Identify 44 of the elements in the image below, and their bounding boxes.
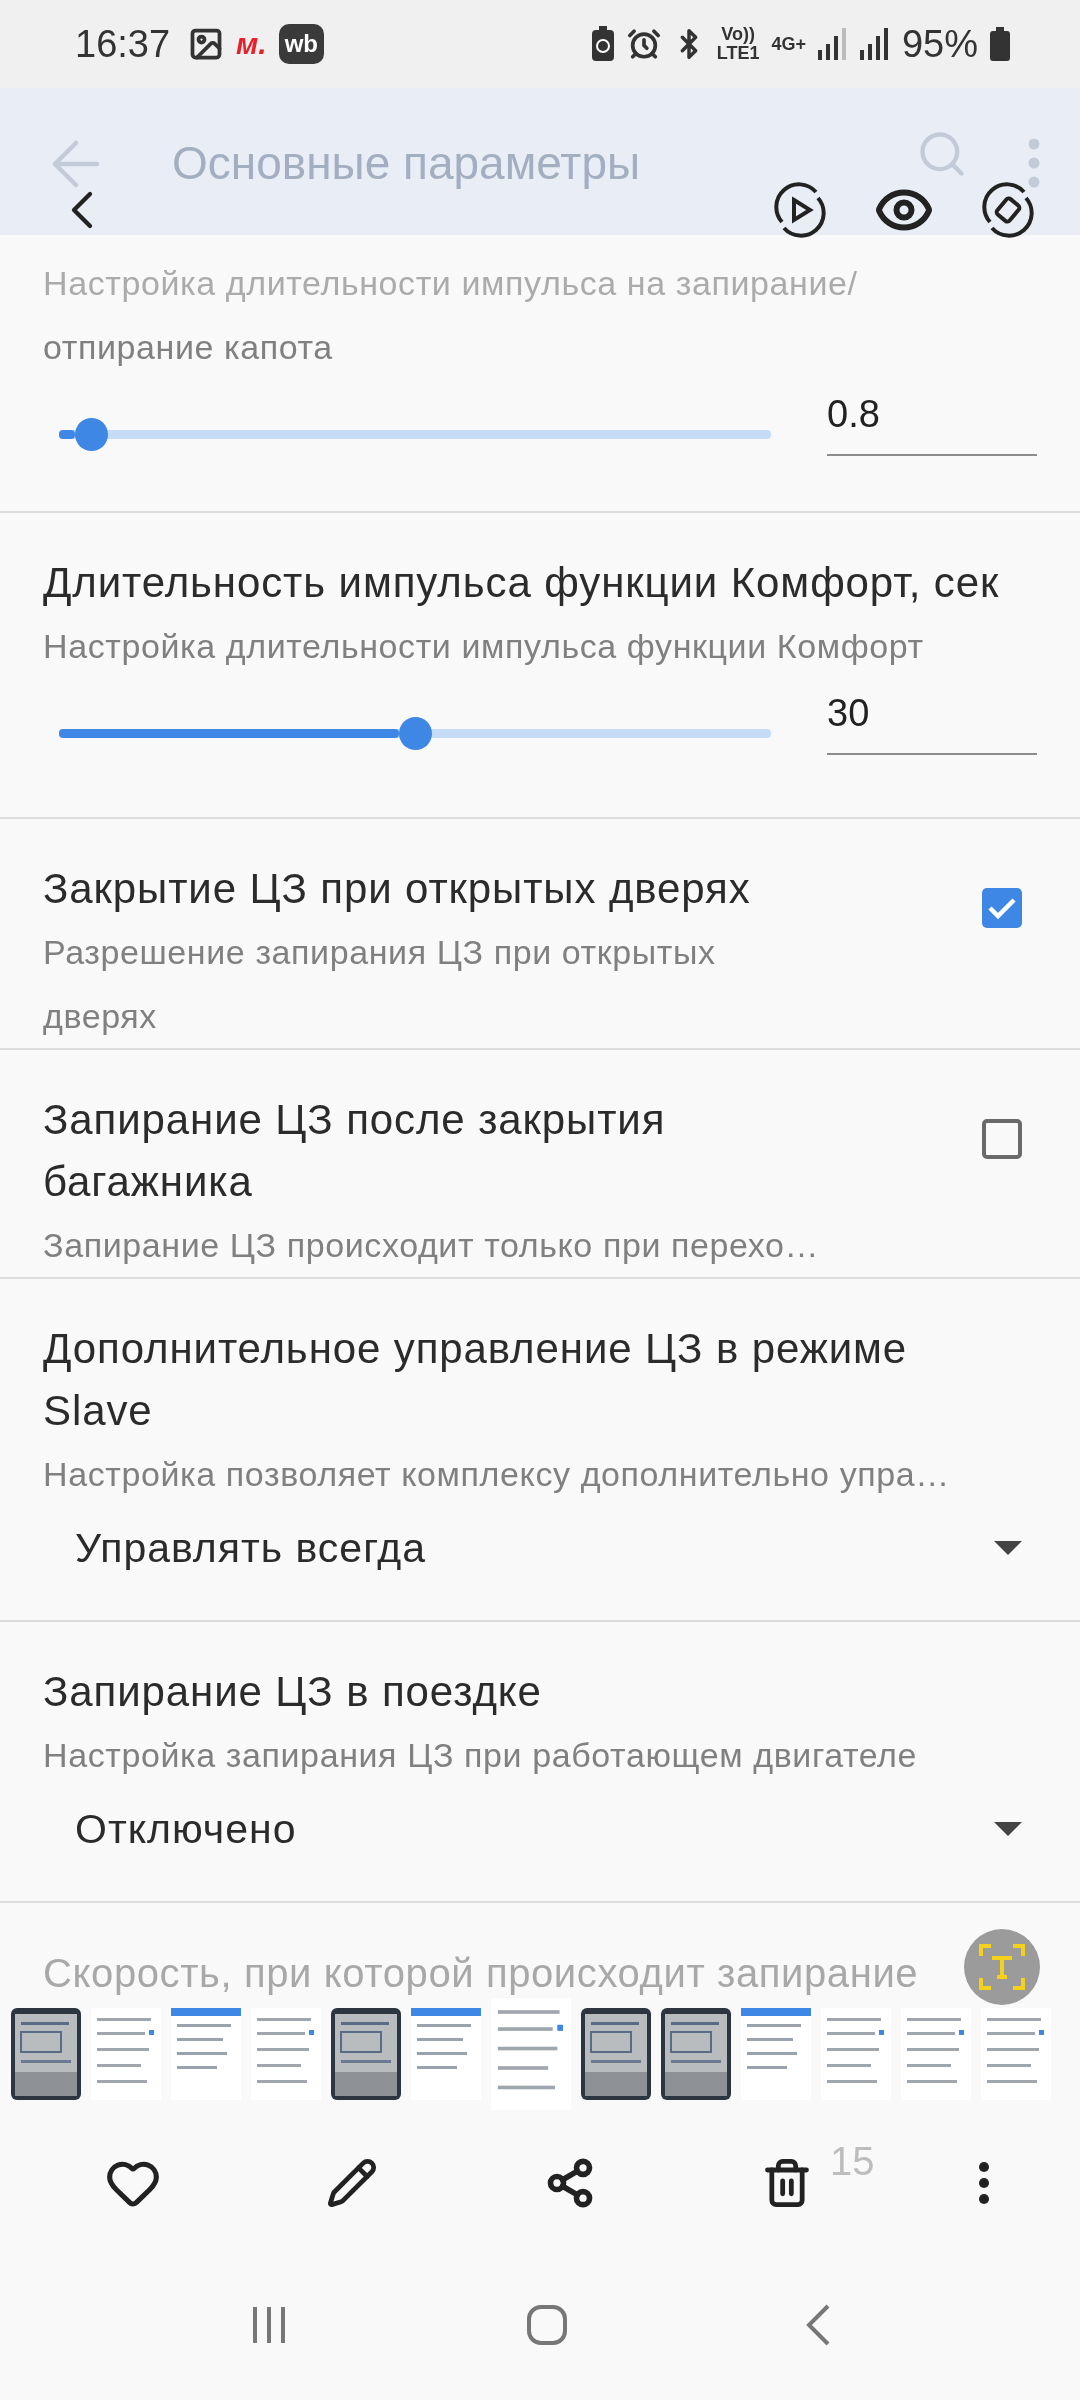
more-icon[interactable]	[978, 2161, 990, 2205]
setting-title: Дополнительное управление ЦЗ в режиме Slave	[43, 1324, 909, 1436]
rotate-icon	[980, 182, 1036, 238]
setting-description: Запирание ЦЗ происходит только при перехо…	[43, 1225, 821, 1266]
battery-percent: 95%	[901, 22, 978, 66]
home-button[interactable]	[526, 2304, 568, 2346]
setting-description: Разрешение запирания ЦЗ при открытых дверях	[43, 932, 717, 1037]
more-icon	[1028, 138, 1040, 188]
dropdown[interactable]: Отключено	[43, 1787, 1037, 1871]
value-field[interactable]: 0.8	[827, 374, 1037, 456]
setting-description: Настройка запирания ЦЗ при работающем двигателе	[43, 1735, 919, 1776]
screen-title: Основные параметры	[172, 136, 642, 191]
setting-description: Настройка длительности импульса на запирание/	[43, 263, 859, 304]
battery-saver-icon	[590, 26, 615, 62]
battery-icon	[990, 27, 1010, 61]
signal-icon	[859, 28, 890, 60]
setting-description: отпирание капота	[43, 327, 334, 368]
checkbox[interactable]	[982, 888, 1022, 928]
data-indicator: 4G+	[771, 34, 806, 54]
value-field[interactable]: 30	[827, 673, 1037, 755]
slider-thumb[interactable]	[75, 418, 109, 451]
checkbox[interactable]	[982, 1119, 1022, 1159]
slider-thumb[interactable]	[399, 717, 432, 750]
dropdown[interactable]: Управлять всегда	[43, 1506, 1037, 1590]
setting-title: Закрытие ЦЗ при открытых дверях	[43, 864, 752, 914]
checkmark-icon	[987, 896, 1017, 920]
app-logo: м.	[236, 27, 267, 61]
alarm-icon	[626, 27, 661, 61]
setting-title: Скорость, при которой происходит запирание	[43, 1950, 920, 1997]
setting-title: Длительность импульса функции Комфорт, сек	[43, 558, 1001, 608]
setting-title: Запирание ЦЗ после закрытия багажника	[43, 1095, 667, 1207]
text-scan-icon	[979, 1944, 1025, 1990]
play-icon	[772, 182, 828, 238]
caret-icon	[994, 1822, 1022, 1836]
pencil-icon[interactable]	[326, 2157, 379, 2209]
app-logo: wb	[278, 24, 324, 64]
caret-icon	[994, 1541, 1022, 1555]
setting-description: Настройка длительности импульса функции Комфорт	[43, 626, 925, 667]
setting-title: Запирание ЦЗ в поездке	[43, 1667, 543, 1717]
value-text: 15	[830, 2139, 875, 2184]
status-time: 16:37	[75, 22, 171, 66]
volte-indicator: Vo)) LTE1	[716, 25, 760, 63]
setting-description: Настройка позволяет комплексу дополнительно упра…	[43, 1454, 951, 1495]
signal-icon	[817, 28, 848, 60]
